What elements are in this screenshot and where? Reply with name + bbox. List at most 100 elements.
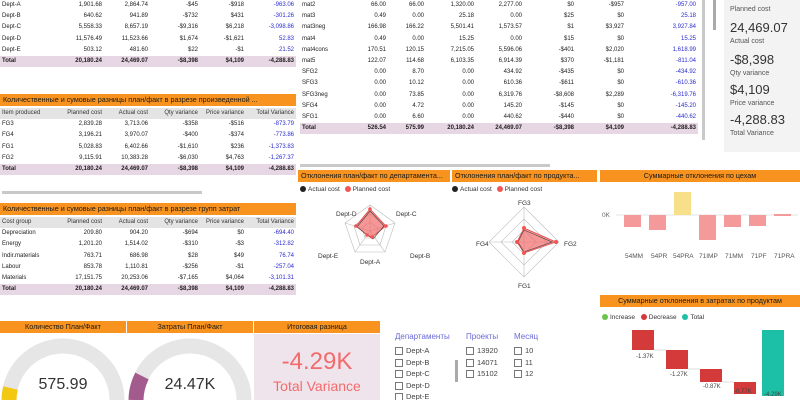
- project-item[interactable]: 14071: [466, 357, 510, 369]
- table-row[interactable]: SFG3neg 0.00 73.85 0.00 6,319.76 -$8,608 $2,28…: [300, 90, 698, 101]
- column-header[interactable]: Item produced: [0, 108, 58, 120]
- checkbox[interactable]: [466, 358, 474, 367]
- kpi-cards-panel: Planned cost 24,469.07 Actual cost -$8,3…: [724, 0, 800, 152]
- table-cell: 2,864.74: [124, 2, 148, 8]
- table-row[interactable]: SFG4 0.00 4.72 0.00 145.20 -$145 $0 -145.20: [300, 101, 698, 112]
- month-item[interactable]: 10: [514, 345, 554, 357]
- variance-card: -4.29K Total Variance: [254, 334, 380, 400]
- table-row[interactable]: Labour 853.78 1,110.81 -$256 -$1 -257.04: [0, 262, 296, 273]
- column-header[interactable]: Total Variance: [246, 108, 296, 120]
- column-header[interactable]: Cost group: [0, 217, 58, 229]
- project-item[interactable]: 15102: [466, 368, 510, 380]
- column-header[interactable]: Total Variance: [246, 217, 296, 229]
- column-header[interactable]: Qty variance: [150, 108, 200, 120]
- checkbox[interactable]: [395, 358, 403, 367]
- table-row[interactable]: SFG3 0.00 10.12 0.00 610.36 -$611 $0 -610.36: [300, 78, 698, 89]
- checkbox[interactable]: [466, 347, 474, 356]
- product-table-title: Количественные и сумовые разницы план/фа…: [0, 94, 296, 106]
- waterfall-bar-total: [762, 330, 784, 396]
- checkbox[interactable]: [395, 370, 403, 379]
- table-row[interactable]: mat3 0.49 0.00 25.18 0.00 $25 $0 25.18: [300, 11, 698, 22]
- table-cell: $15: [563, 35, 574, 42]
- material-variance-table: mat2 66.00 66.00 1,320.00 2,277.00 $0 -$957 -95…: [300, 0, 698, 168]
- material-table-h-scrollbar[interactable]: [300, 164, 550, 167]
- table-cell: 5,501.41: [450, 24, 474, 31]
- table-cell: 0.00: [412, 13, 424, 20]
- table-cell: 0.00: [412, 35, 424, 42]
- table-cell: 8,657.19: [124, 24, 148, 31]
- table-row[interactable]: Dept-A 1,901.68 2,864.74 -$45 -$918 -963.06: [0, 0, 296, 11]
- table-row[interactable]: mat4cons 170.51 120.15 7,215.05 5,596.06 -$40…: [300, 45, 698, 56]
- qty-gauge-title: Количество План/Факт: [0, 321, 126, 333]
- column-header[interactable]: Actual cost: [104, 108, 150, 120]
- table-cell: 25.18: [458, 13, 474, 20]
- cards-scrollbar[interactable]: [713, 0, 716, 30]
- table-cell: 0.00: [374, 69, 386, 76]
- table-row[interactable]: Depreciation 209.80 904.20 -$694 $0 -694.40: [0, 228, 296, 239]
- department-item[interactable]: Dept-B: [395, 357, 459, 369]
- table-cell: SFG1: [302, 114, 318, 121]
- column-header[interactable]: Price variance: [200, 217, 246, 229]
- table-row[interactable]: Energy 1,201.20 1,514.02 -$310 -$3 -312.82: [0, 239, 296, 250]
- column-header[interactable]: Price variance: [200, 108, 246, 120]
- table-row[interactable]: FG3 2,839.28 3,713.06 -$358 -$516 -873.79: [0, 119, 296, 130]
- table-cell: 0.00: [510, 35, 522, 42]
- table-row[interactable]: mat3neg 166.98 166.22 5,501.41 1,573.57 $1 $3,…: [300, 22, 698, 33]
- table-cell: 1,573.57: [498, 24, 522, 31]
- table-row[interactable]: SFG1 0.00 6.60 0.00 440.62 -$440 $0 -440.62: [300, 112, 698, 123]
- table-cell: FG4: [2, 132, 14, 139]
- column-header[interactable]: Planned cost: [58, 217, 104, 229]
- table-row[interactable]: FG4 3,196.21 3,970.07 -$400 -$374 -773.86: [0, 130, 296, 141]
- table-row[interactable]: mat5 122.07 114.68 6,103.35 6,914.39 $370 -$1,…: [300, 56, 698, 67]
- table-cell: mat2: [302, 2, 316, 8]
- radar-dept-label-c: Dept-C: [396, 211, 417, 218]
- waterfall-label-3: -0.87K: [703, 384, 721, 390]
- product-table-scrollbar[interactable]: [2, 191, 202, 194]
- department-item[interactable]: Dept-C: [395, 368, 459, 380]
- table-total-cell: -$8,398: [150, 164, 200, 176]
- table-row[interactable]: SFG2 0.00 8.70 0.00 434.92 -$435 $0 -434.92: [300, 67, 698, 78]
- table-row[interactable]: Materials 17,151.75 20,253.06 -$7,165 $4,064…: [0, 273, 296, 284]
- shop-tick-71mm: 71MM: [725, 253, 743, 260]
- qty-variance-value: -$8,398: [730, 52, 775, 67]
- table-cell: 1,201.20: [78, 241, 102, 248]
- checkbox[interactable]: [466, 370, 474, 379]
- checkbox[interactable]: [514, 358, 522, 367]
- table-row[interactable]: Dept-C 5,558.33 8,657.19 -$9,316 $6,218 -3,09…: [0, 22, 296, 33]
- table-row[interactable]: mat4 0.49 0.00 15.25 0.00 $15 $0 15.25: [300, 34, 698, 45]
- checkbox[interactable]: [395, 381, 403, 390]
- table-row[interactable]: Dept-E 503.12 481.60 $22 -$1 21.52: [0, 45, 296, 56]
- radar-dept-label-a: Dept-A: [360, 259, 381, 266]
- project-item[interactable]: 13920: [466, 345, 510, 357]
- column-header[interactable]: Planned cost: [58, 108, 104, 120]
- checkbox[interactable]: [514, 347, 522, 356]
- table-cell: 3,713.06: [124, 121, 148, 128]
- checkbox[interactable]: [514, 370, 522, 379]
- table-row[interactable]: Indir.materials 763.71 686.98 $28 $49 76.74: [0, 251, 296, 262]
- month-item-label: 10: [525, 346, 534, 355]
- month-item[interactable]: 12: [514, 368, 554, 380]
- department-item[interactable]: Dept-A: [395, 345, 459, 357]
- table-row[interactable]: mat2 66.00 66.00 1,320.00 2,277.00 $0 -$957 -95…: [300, 0, 698, 11]
- total-variance-label: Total Variance: [730, 130, 774, 137]
- table-cell: $4,064: [225, 275, 244, 282]
- checkbox[interactable]: [395, 347, 403, 356]
- table-row[interactable]: Dept-D 11,576.49 11,523.66 $1,674 -$1,621 52.…: [0, 34, 296, 45]
- table-row[interactable]: FG1 5,028.83 6,402.66 -$1,610 $236 -1,373.83: [0, 142, 296, 153]
- month-item[interactable]: 11: [514, 357, 554, 369]
- material-table-v-scrollbar[interactable]: [702, 0, 705, 140]
- table-row[interactable]: FG2 9,115.91 10,383.28 -$6,030 $4,763 -1,267.…: [0, 153, 296, 164]
- legend-increase-label: Increase: [610, 314, 635, 321]
- table-row[interactable]: Dept-B 640.62 941.89 -$732 $431 -301.26: [0, 11, 296, 22]
- column-header[interactable]: Actual cost: [104, 217, 150, 229]
- table-cell: -$611: [559, 80, 574, 87]
- cost-group-variance-table: Cost group Planned cost Actual cost Qty var…: [0, 217, 296, 313]
- department-item[interactable]: Dept-D: [395, 380, 459, 392]
- table-cell: 0.00: [374, 102, 386, 109]
- department-item[interactable]: Dept-E: [395, 391, 459, 400]
- column-header[interactable]: Qty variance: [150, 217, 200, 229]
- table-cell: 209.80: [83, 230, 102, 237]
- departments-slicer-scrollbar[interactable]: [455, 360, 458, 382]
- table-cell: 904.20: [129, 230, 148, 237]
- checkbox[interactable]: [395, 393, 403, 400]
